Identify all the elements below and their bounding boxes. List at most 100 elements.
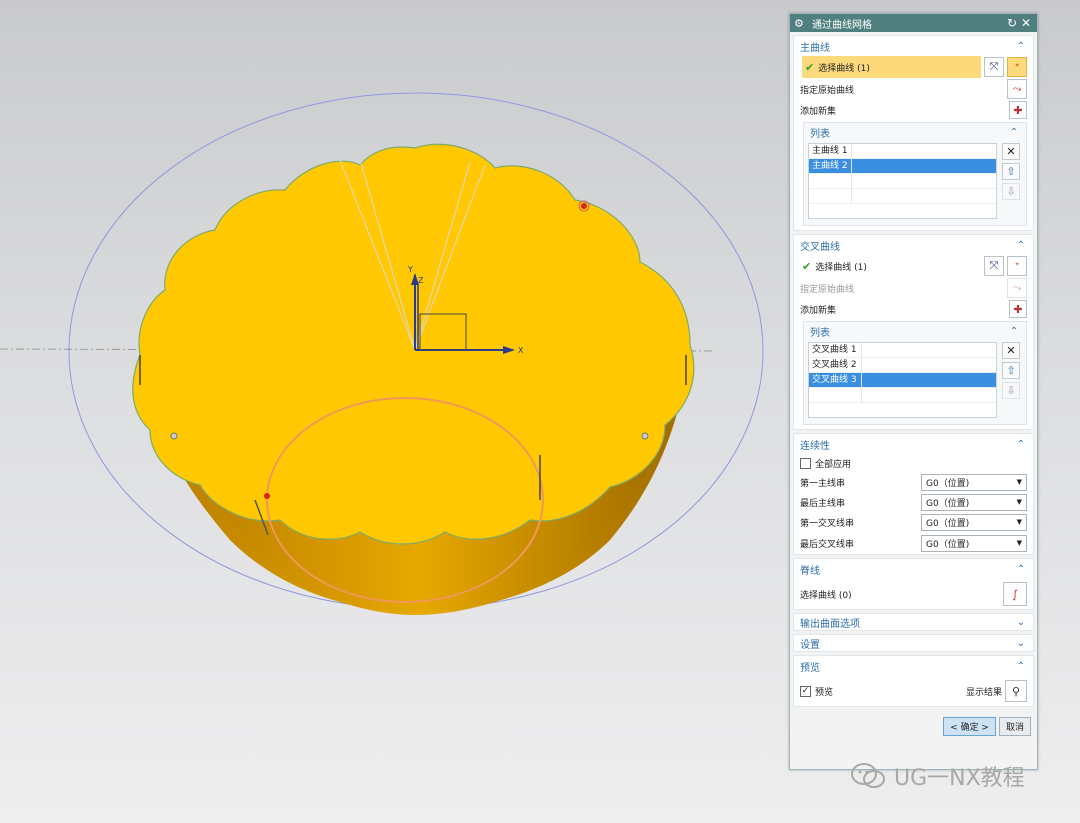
list-item [809,174,996,189]
add-set-icon[interactable]: ✚ [1009,300,1027,318]
primary-curves-list[interactable]: 主曲线 1 主曲线 2 [808,143,997,219]
apply-all-label: 全部应用 [815,459,852,470]
point-marker[interactable] [170,432,178,440]
spine-header[interactable]: 脊线 ⌃ [794,559,1033,579]
select-curve-label: 选择曲线 (1) [818,63,870,74]
check-icon: ✔ [802,259,812,273]
list-header[interactable]: 列表 ⌃ [804,123,1026,141]
specify-origin-label: 指定原始曲线 [800,85,855,96]
point-marker[interactable] [641,432,649,440]
primary-list-group: 列表 ⌃ 主曲线 1 主曲线 2 ✕ ⇧ ⇩ [803,122,1027,226]
spine-select-label: 选择曲线 (0) [800,590,852,601]
origin-curve-icon[interactable]: ⤳ [1007,79,1027,99]
cross-curves-list[interactable]: 交叉曲线 1 交叉曲线 2 交叉曲线 3 [808,342,997,418]
select-curve-icon[interactable]: ᐩ [1007,57,1027,77]
gear-icon: ⚙ [794,16,804,30]
continuity-row-label: 第一交叉线串 [800,518,855,529]
chevron-down-icon: ▼ [1016,498,1022,506]
chevron-up-icon: ⌃ [1016,563,1026,575]
cancel-button[interactable]: 取消 [998,717,1031,736]
cross-list-group: 列表 ⌃ 交叉曲线 1 交叉曲线 2 交叉曲线 3 ✕ ⇧ ⇩ [803,321,1027,425]
dialog-titlebar[interactable]: ⚙ 通过曲线网格 ↻ ✕ [790,14,1037,32]
primary-curves-section: 主曲线 ⌃ ✔ 选择曲线 (1) ⤧ ᐩ 指定原始曲线 ⤳ 添加新集 ✚ 列表 … [793,35,1034,231]
close-icon[interactable]: ✕ [1019,16,1033,30]
chevron-up-icon: ⌃ [1016,438,1026,450]
list-item [809,189,996,204]
section-label: 设置 [800,639,820,651]
chevron-up-icon: ⌃ [1016,40,1026,52]
move-up-icon[interactable]: ⇧ [1002,163,1020,180]
through-curve-mesh-dialog: ⚙ 通过曲线网格 ↻ ✕ 主曲线 ⌃ ✔ 选择曲线 (1) ⤧ ᐩ 指定原始曲线… [789,13,1038,770]
point-marker[interactable] [264,493,270,499]
svg-text:X: X [518,346,524,355]
list-label: 列表 [810,128,830,140]
cross-select-curve[interactable]: ✔ 选择曲线 (1) [802,255,981,277]
watermark: UG一NX教程 [850,760,1025,792]
preview-label: 预览 [815,687,834,698]
section-label: 主曲线 [800,42,830,54]
section-label: 输出曲面选项 [800,618,860,630]
chevron-down-icon: ⌄ [1016,637,1026,649]
list-item[interactable]: 交叉曲线 2 [809,358,996,373]
add-set-label: 添加新集 [800,106,837,117]
chevron-down-icon: ⌄ [1016,616,1026,628]
continuity-row-label: 最后交叉线串 [800,539,855,550]
ok-button[interactable]: < 确定 > [943,717,996,736]
section-label: 预览 [800,662,820,674]
svg-text:Y: Y [407,265,413,274]
list-header[interactable]: 列表 ⌃ [804,322,1026,340]
continuity-dropdown[interactable]: G0（位置) ▼ [921,513,1027,531]
cross-curves-header[interactable]: 交叉曲线 ⌃ [794,235,1033,255]
spine-section: 脊线 ⌃ 选择曲线 (0) ∫ [793,558,1034,610]
show-result-label: 显示结果 [965,687,1002,698]
output-options-section[interactable]: 输出曲面选项 ⌄ [793,613,1034,631]
list-item[interactable]: 交叉曲线 1 [809,343,996,358]
wechat-logo-icon [851,763,885,788]
section-label: 交叉曲线 [800,241,840,253]
curve-rule-icon[interactable]: ⤧ [984,256,1004,276]
move-up-icon[interactable]: ⇧ [1002,362,1020,379]
specify-origin-label: 指定原始曲线 [800,284,855,295]
point-marker[interactable] [581,203,587,209]
magnifier-icon[interactable]: ⚲ [1005,680,1027,702]
preview-header[interactable]: 预览 ⌃ [794,656,1033,676]
select-curve-icon[interactable]: ᐩ [1007,256,1027,276]
origin-curve-icon[interactable]: ⤳ [1007,278,1027,298]
add-set-label: 添加新集 [800,305,837,316]
move-down-icon[interactable]: ⇩ [1002,382,1020,399]
continuity-dropdown[interactable]: G0（位置) ▼ [921,473,1027,491]
continuity-row-label: 第一主线串 [800,478,846,489]
reset-icon[interactable]: ↻ [1005,16,1019,30]
chevron-up-icon: ⌃ [1009,325,1019,337]
svg-text:Z: Z [418,276,424,285]
chevron-up-icon: ⌃ [1009,126,1019,138]
curve-rule-icon[interactable]: ⤧ [984,57,1004,77]
primary-curves-header[interactable]: 主曲线 ⌃ [794,36,1033,56]
remove-icon[interactable]: ✕ [1002,143,1020,160]
spine-curve-icon[interactable]: ∫ [1003,582,1027,606]
list-item[interactable]: 交叉曲线 3 [809,373,996,388]
chevron-down-icon: ▼ [1016,478,1022,486]
list-item[interactable]: 主曲线 1 [809,144,996,159]
apply-all-checkbox[interactable] [800,457,811,469]
check-icon: ✔ [805,60,815,74]
settings-section[interactable]: 设置 ⌄ [793,634,1034,652]
continuity-row-label: 最后主线串 [800,498,846,509]
chevron-down-icon: ▼ [1016,539,1022,547]
primary-select-curve[interactable]: ✔ 选择曲线 (1) [802,56,981,78]
chevron-up-icon: ⌃ [1016,239,1026,251]
continuity-dropdown[interactable]: G0（位置) ▼ [921,534,1027,552]
continuity-header[interactable]: 连续性 ⌃ [794,434,1033,454]
remove-icon[interactable]: ✕ [1002,342,1020,359]
list-item[interactable]: 主曲线 2 [809,159,996,174]
cross-curves-section: 交叉曲线 ⌃ ✔ 选择曲线 (1) ⤧ ᐩ 指定原始曲线 ⤳ 添加新集 ✚ 列表… [793,234,1034,430]
dialog-title: 通过曲线网格 [812,19,872,31]
chevron-down-icon: ▼ [1016,518,1022,526]
continuity-dropdown[interactable]: G0（位置) ▼ [921,493,1027,511]
add-set-icon[interactable]: ✚ [1009,101,1027,119]
watermark-text: UG一NX教程 [894,766,1025,791]
preview-checkbox[interactable]: ✓ [800,685,811,697]
continuity-section: 连续性 ⌃ 全部应用 第一主线串 G0（位置) ▼ 最后主线串 G0（位置) ▼ 第… [793,433,1034,555]
move-down-icon[interactable]: ⇩ [1002,183,1020,200]
select-curve-label: 选择曲线 (1) [815,262,867,273]
